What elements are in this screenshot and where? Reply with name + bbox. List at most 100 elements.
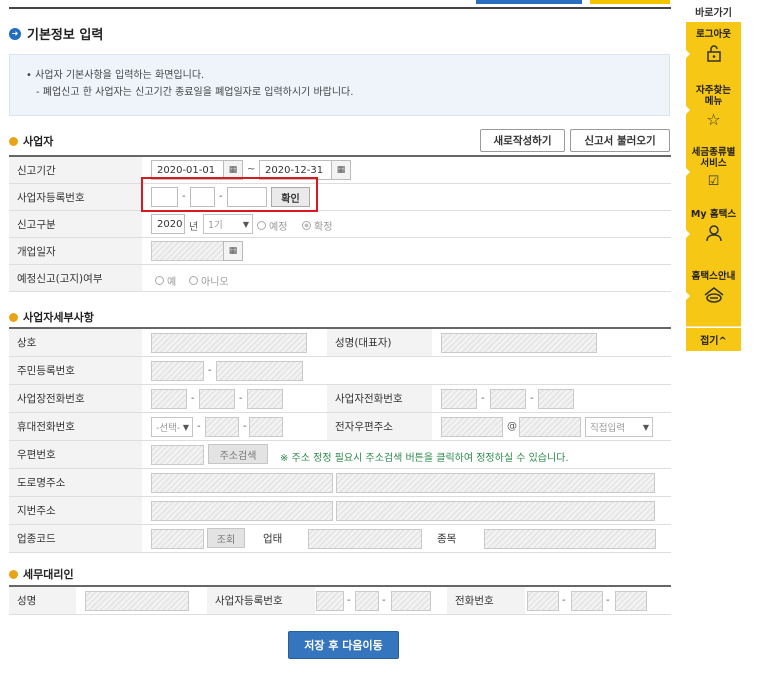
section-detail: 사업자세부사항 [9,309,94,325]
label-biz-phone: 사업장전화번호 [9,385,142,412]
calendar-icon[interactable]: ▦ [223,241,243,261]
row-trade-name: 상호 성명(대표자) [9,329,671,357]
email-domain-input[interactable] [519,417,581,437]
open-date-input[interactable] [151,241,227,261]
lock-icon [706,45,721,62]
business-table: 신고기간 2020-01-01 ▦ ~ 2020-12-31 ▦ 사업자등록번호… [9,155,671,292]
top-tab-blue[interactable] [476,0,582,4]
sidebar-item-label: 자주찾는 메뉴 [696,85,731,107]
agent-table: 성명 사업자등록번호 - - 전화번호 - - [9,585,671,615]
lot-addr-input-2[interactable] [336,501,655,521]
calendar-icon[interactable]: ▦ [331,160,351,180]
email-domain-select[interactable]: 직접입력 ▼ [585,417,653,437]
year-input[interactable]: 2020 [151,214,185,234]
radio-circle-icon [302,221,311,230]
biz-tel-part2-input[interactable] [490,389,526,409]
half-select-value: 1기 [208,220,223,231]
sidebar-item-label: My 홈택스 [690,209,737,220]
triangle-marker-icon [686,106,690,114]
sidebar-item-my-hometax[interactable]: My 홈택스 [686,202,741,264]
road-addr-input-2[interactable] [336,473,655,493]
sidebar-item-favorites[interactable]: 자주찾는 메뉴 ☆ [686,78,741,140]
sidebar-item-tax-services[interactable]: 세금종류별 서비스 ☑ [686,140,741,202]
business-type-input[interactable] [308,529,422,549]
trade-name-input[interactable] [151,333,307,353]
agent-phone-part2-input[interactable] [571,591,603,611]
radio-yes[interactable]: 예 [155,273,176,288]
period-separator: ~ [247,164,256,175]
radio-no[interactable]: 아니오 [189,273,229,288]
sidebar-fold-button[interactable]: 접기^ [686,327,741,351]
label-rep-name: 성명(대표자) [327,329,432,356]
agent-name-input[interactable] [85,591,189,611]
agent-regno-part3-input[interactable] [391,591,431,611]
mobile-part2-input[interactable] [205,417,239,437]
label-report-type: 신고구분 [9,211,142,237]
notice-line-2: - 폐업신고 한 사업자는 신고기간 종료일을 폐업일자로 입력하시기 바랍니다… [36,87,354,98]
biz-phone-part1-input[interactable] [151,389,187,409]
dash: - [481,393,485,404]
detail-table: 상호 성명(대표자) 주민등록번호 - 사업장전화번호 - - 사업자전화번호 … [9,327,671,553]
sidebar-item-logout[interactable]: 로그아웃 [686,22,741,78]
label-prenotice: 예정신고(고지)여부 [9,265,142,291]
radio-final[interactable]: 확정 [302,218,332,233]
page-title-text: 기본정보 입력 [27,28,104,43]
biz-phone-part2-input[interactable] [199,389,235,409]
biz-tel-part1-input[interactable] [441,389,477,409]
half-select[interactable]: 1기 ▼ [203,214,253,234]
label-period: 신고기간 [9,157,142,183]
label-postal: 우편번호 [9,441,142,468]
chevron-down-icon: ▼ [242,219,249,229]
lookup-button[interactable]: 조회 [207,528,245,548]
row-road-addr: 도로명주소 [9,469,671,497]
radio-preliminary[interactable]: 예정 [257,218,287,233]
agent-phone-part3-input[interactable] [615,591,647,611]
agent-regno-part1-input[interactable] [316,591,344,611]
road-addr-input-1[interactable] [151,473,333,493]
rep-name-input[interactable] [441,333,597,353]
label-agent-regno: 사업자등록번호 [207,587,315,614]
dash: - [606,595,610,606]
biz-phone-part3-input[interactable] [247,389,283,409]
label-biz-tel: 사업자전화번호 [327,385,432,412]
label-resident: 주민등록번호 [9,357,142,384]
resident-part1-input[interactable] [151,361,204,381]
label-open-date: 개업일자 [9,238,142,264]
row-lot-addr: 지번주소 [9,497,671,525]
agent-regno-part2-input[interactable] [355,591,379,611]
row-postal: 우편번호 주소검색 ※ 주소 정정 필요시 주소검색 버튼을 클릭하여 정정하실… [9,441,671,469]
radio-circle-icon [155,276,164,285]
sidebar-item-hometax-guide[interactable]: 홈택스안내 [686,264,741,326]
dash: - [562,595,566,606]
label-industry-code: 업종코드 [9,525,142,552]
mobile-part3-input[interactable] [249,417,283,437]
save-next-button[interactable]: 저장 후 다음이동 [288,631,399,659]
section-business-title: 사업자 [23,135,54,148]
biz-tel-part3-input[interactable] [538,389,574,409]
postal-input[interactable] [151,445,204,465]
sidebar-item-label: 홈택스안내 [691,271,736,282]
dash: - [208,365,212,376]
bullet-icon [9,312,18,322]
new-write-button[interactable]: 새로작성하기 [480,129,565,152]
sidebar-title: 바로가기 [695,7,732,19]
resident-part2-input[interactable] [216,361,303,381]
row-period: 신고기간 2020-01-01 ▦ ~ 2020-12-31 ▦ [9,157,671,184]
row-agent: 성명 사업자등록번호 - - 전화번호 - - [9,587,671,615]
section-detail-title: 사업자세부사항 [23,311,94,324]
notice-line-1: • 사업자 기본사항을 입력하는 화면입니다. [26,70,205,81]
lot-addr-input-1[interactable] [151,501,333,521]
load-report-button[interactable]: 신고서 불러오기 [570,129,670,152]
dash: - [191,393,195,404]
address-search-button[interactable]: 주소검색 [208,444,268,464]
item-input[interactable] [484,529,656,549]
row-mobile: 휴대전화번호 -선택- ▼ - - 전자우편주소 @ 직접입력 ▼ [9,413,671,441]
label-road-addr: 도로명주소 [9,469,142,496]
agent-phone-part1-input[interactable] [527,591,559,611]
top-tab-yellow[interactable] [590,0,670,4]
mobile-select[interactable]: -선택- ▼ [151,417,193,437]
industry-code-input[interactable] [151,529,204,549]
section-agent: 세무대리인 [9,566,74,582]
quick-link-sidebar: 바로가기 로그아웃 자주찾는 메뉴 ☆ 세금종류별 서비스 ☑ My 홈택스 홈… [686,0,741,351]
email-id-input[interactable] [441,417,503,437]
